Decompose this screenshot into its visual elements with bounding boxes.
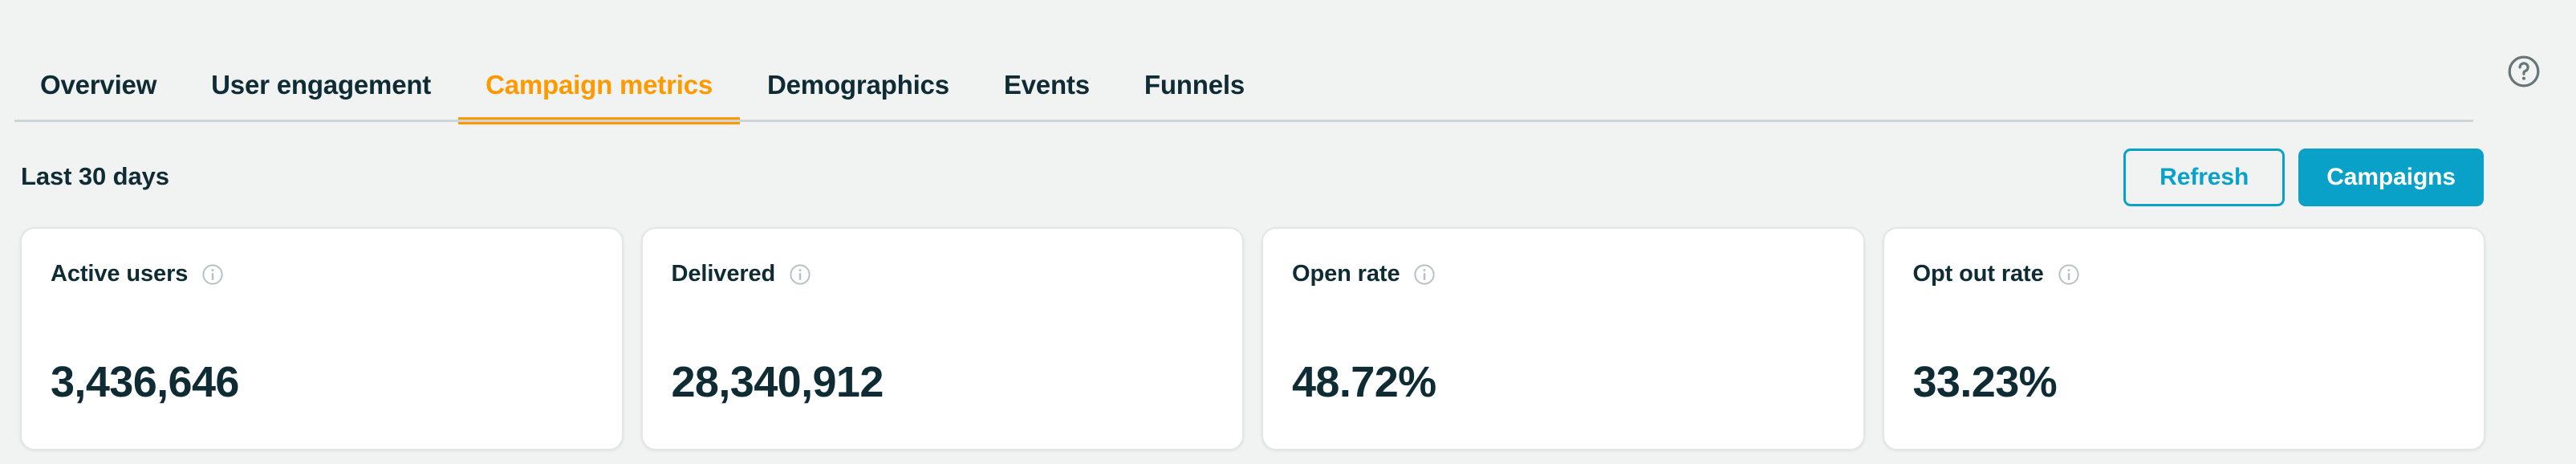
toolbar-actions: Refresh Campaigns [2123,149,2484,206]
metric-card-active-users: Active users 3,436,646 [20,227,624,450]
date-range-label: Last 30 days [21,162,169,191]
tab-user-engagement[interactable]: User engagement [184,71,458,122]
tab-bar: Overview User engagement Campaign metric… [0,0,2576,123]
toolbar: Last 30 days Refresh Campaigns [0,123,2576,227]
metric-card-value: 28,340,912 [672,357,884,407]
tab-list: Overview User engagement Campaign metric… [40,0,1272,122]
campaigns-button-label: Campaigns [2326,164,2456,191]
tab-events[interactable]: Events [977,71,1117,122]
tab-campaign-metrics[interactable]: Campaign metrics [458,71,740,122]
metric-card-opt-out-rate: Opt out rate 33.23% [1883,227,2486,450]
metric-card-open-rate: Open rate 48.72% [1262,227,1865,450]
refresh-button[interactable]: Refresh [2123,149,2285,206]
info-icon[interactable] [201,263,225,287]
tab-label: Campaign metrics [486,70,713,100]
tab-label: User engagement [211,70,431,100]
metric-card-header: Opt out rate [1913,261,2456,287]
help-circle-icon[interactable] [2505,53,2542,90]
metric-card-delivered: Delivered 28,340,912 [641,227,1245,450]
metric-card-value: 3,436,646 [51,357,239,407]
tab-bar-divider [14,120,2473,122]
tab-funnels[interactable]: Funnels [1117,71,1272,122]
tab-label: Events [1004,70,1090,100]
tab-label: Overview [40,70,156,100]
metric-card-list: Active users 3,436,646 Delivered [20,227,2485,450]
info-icon[interactable] [788,263,812,287]
metric-card-header: Delivered [672,261,1214,287]
tab-demographics[interactable]: Demographics [740,71,977,122]
metric-card-title: Open rate [1292,261,1400,287]
refresh-button-label: Refresh [2160,164,2249,191]
tab-label: Funnels [1144,70,1245,100]
campaigns-button[interactable]: Campaigns [2298,149,2484,206]
tab-overview[interactable]: Overview [13,71,184,122]
metric-card-value: 48.72% [1292,357,1436,407]
metric-card-header: Open rate [1292,261,1834,287]
metric-card-title: Delivered [672,261,776,287]
info-icon[interactable] [1412,263,1436,287]
metric-card-header: Active users [51,261,593,287]
metric-card-title: Opt out rate [1913,261,2044,287]
info-icon[interactable] [2057,263,2081,287]
metric-card-value: 33.23% [1913,357,2058,407]
metric-card-title: Active users [51,261,188,287]
analytics-dashboard-page: Overview User engagement Campaign metric… [0,0,2576,464]
tab-label: Demographics [767,70,949,100]
